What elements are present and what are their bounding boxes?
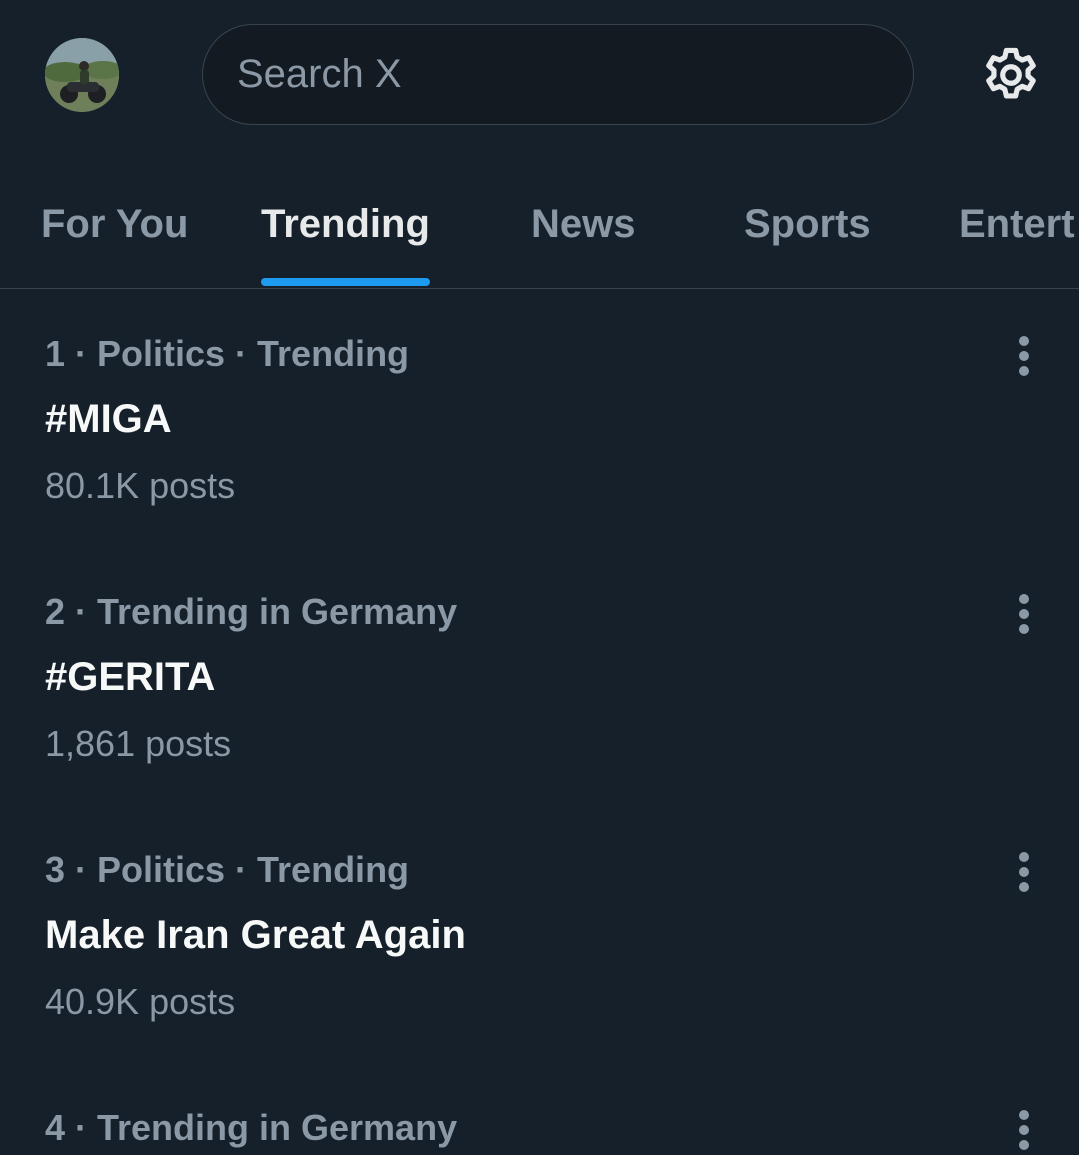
- trend-post-count: 1,861 posts: [45, 723, 232, 764]
- avatar-photo: [45, 38, 119, 112]
- trend-post-count: 40.9K posts: [45, 981, 236, 1022]
- active-tab-indicator: [261, 278, 430, 286]
- trend-context: 4 · Trending in Germany: [45, 1107, 458, 1148]
- tab-label: News: [531, 202, 636, 246]
- tab-news[interactable]: News: [531, 190, 636, 288]
- trend-post-count: 80.1K posts: [45, 465, 236, 506]
- trend-item[interactable]: 4 · Trending in Germany: [0, 1079, 1079, 1151]
- tab-entertainment[interactable]: Entert: [959, 190, 1075, 288]
- search-bar[interactable]: [202, 24, 914, 125]
- trend-item[interactable]: 3 · Politics · Trending Make Iran Great …: [0, 821, 1079, 1079]
- trend-context: 1 · Politics · Trending: [45, 333, 410, 374]
- trend-item[interactable]: 1 · Politics · Trending #MIGA 80.1K post…: [0, 305, 1079, 563]
- more-options-button[interactable]: [1004, 331, 1044, 381]
- tab-label: For You: [41, 202, 189, 246]
- tab-sports[interactable]: Sports: [744, 190, 871, 288]
- trend-context: 2 · Trending in Germany: [45, 591, 458, 632]
- search-input[interactable]: [237, 25, 877, 124]
- tab-label: Entert: [959, 202, 1075, 246]
- trend-title: Make Iran Great Again: [45, 913, 466, 957]
- gear-icon: [986, 47, 1036, 99]
- settings-button[interactable]: [980, 44, 1042, 106]
- explore-tabs: For You Trending News Sports Entert: [0, 190, 1079, 289]
- trend-title: #GERITA: [45, 655, 216, 699]
- profile-avatar[interactable]: [45, 38, 119, 112]
- tab-for-you[interactable]: For You: [41, 190, 188, 288]
- tab-label: Trending: [261, 202, 430, 246]
- trend-context: 3 · Politics · Trending: [45, 849, 410, 890]
- trend-title: #MIGA: [45, 397, 172, 441]
- more-options-button[interactable]: [1004, 1105, 1044, 1155]
- top-bar: [0, 0, 1079, 150]
- tab-trending[interactable]: Trending: [261, 190, 430, 288]
- more-options-button[interactable]: [1004, 847, 1044, 897]
- trend-item[interactable]: 2 · Trending in Germany #GERITA 1,861 po…: [0, 563, 1079, 821]
- tab-label: Sports: [744, 202, 871, 246]
- more-options-button[interactable]: [1004, 589, 1044, 639]
